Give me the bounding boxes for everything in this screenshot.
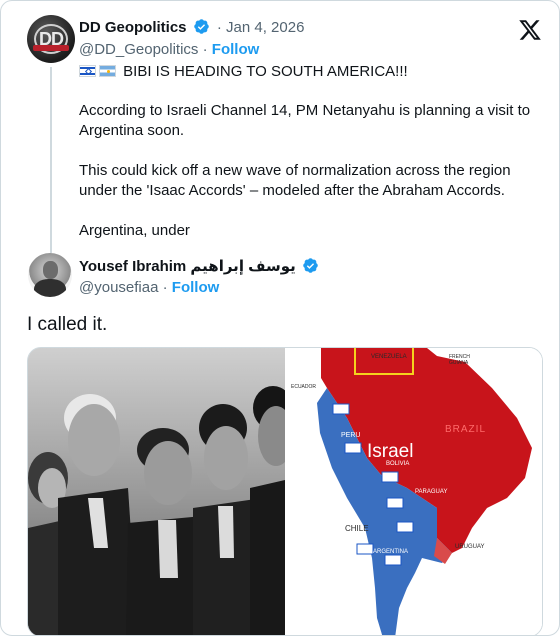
map-label-paraguay: PARAGUAY <box>415 489 448 495</box>
map-label-argentina: ARGENTINA <box>373 549 409 555</box>
quoted-tweet-headline: BIBI IS HEADING TO SOUTH AMERICA!!! <box>79 62 549 82</box>
quoted-tweet-header: DD Geopolitics · Jan 4, 2026 <box>79 18 304 36</box>
verified-badge-icon <box>193 19 209 34</box>
author-handle[interactable]: @yousefiaa <box>79 279 158 296</box>
leaders-photo-illustration <box>28 348 285 635</box>
follow-button[interactable]: Follow <box>212 41 260 58</box>
tweet-text: I called it. <box>27 314 108 335</box>
author-name-arabic[interactable]: يوسف إبراهيم <box>190 258 295 275</box>
map-label-peru: PERU <box>341 432 361 439</box>
quoted-tweet-paragraph-3: Argentina, under <box>79 222 190 239</box>
dd-geopolitics-avatar[interactable]: DD <box>27 15 75 63</box>
tweet-header: Yousef Ibrahim يوسف إبراهيم <box>79 257 322 275</box>
israel-flag-icon <box>79 65 96 77</box>
separator-dot: · <box>202 41 208 58</box>
map-label-french-guiana: FRENCH GUIANA <box>449 354 470 366</box>
leaders-photo[interactable] <box>28 348 285 635</box>
media-grid: VENEZUELA FRENCH GUIANA ECUADOR PERU BRA… <box>27 347 543 635</box>
avatar-logo-banner <box>33 45 69 51</box>
quoted-tweet-paragraph-1: According to Israeli Channel 14, PM Neta… <box>79 102 531 139</box>
map-label-bolivia: BOLIVIA <box>386 461 410 467</box>
map-label-chile: CHILE <box>345 524 369 533</box>
avatar-head <box>43 261 58 279</box>
handle-row: @yousefiaa · Follow <box>79 279 219 296</box>
x-logo-icon[interactable] <box>518 18 542 42</box>
follow-button[interactable]: Follow <box>172 279 220 296</box>
yousef-ibrahim-avatar[interactable] <box>28 253 72 297</box>
quoted-tweet-paragraph-2: This could kick off a new wave of normal… <box>79 162 511 199</box>
map-label-ecuador: ECUADOR <box>291 384 317 390</box>
verified-badge-icon <box>303 258 318 273</box>
map-label-israel: Israel <box>367 441 414 462</box>
separator-dot: · <box>216 19 222 36</box>
thread-line <box>50 67 52 253</box>
quoted-author-handle[interactable]: @DD_Geopolitics <box>79 41 198 58</box>
headline-text: BIBI IS HEADING TO SOUTH AMERICA!!! <box>123 63 408 80</box>
quoted-author-name[interactable]: DD Geopolitics <box>79 19 187 36</box>
south-america-map[interactable]: VENEZUELA FRENCH GUIANA ECUADOR PERU BRA… <box>287 348 542 635</box>
author-name[interactable]: Yousef Ibrahim <box>79 258 186 275</box>
map-label-venezuela: VENEZUELA <box>371 354 407 360</box>
quoted-tweet-date[interactable]: Jan 4, 2026 <box>226 19 304 36</box>
map-label-brazil: BRAZIL <box>445 424 487 435</box>
tweet-card[interactable]: DD DD Geopolitics · Jan 4, 2026 @DD_Geop… <box>0 0 560 636</box>
separator-dot: · <box>162 279 168 296</box>
quoted-handle-row: @DD_Geopolitics · Follow <box>79 41 259 58</box>
map-label-uruguay: URUGUAY <box>455 544 485 550</box>
avatar-body <box>34 279 66 297</box>
argentina-flag-icon <box>99 65 116 77</box>
